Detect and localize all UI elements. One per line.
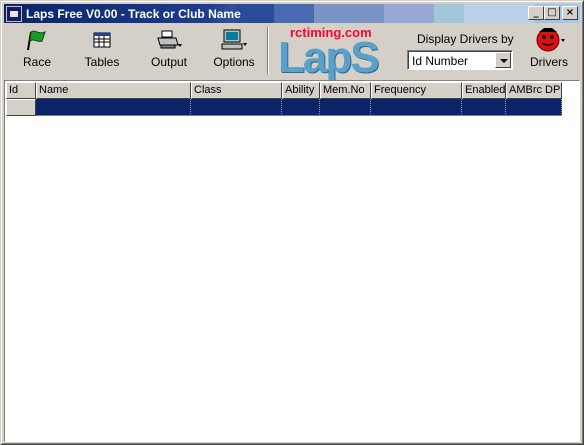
- table-cell[interactable]: [191, 99, 282, 116]
- printer-icon: [146, 27, 192, 53]
- column-header-id[interactable]: Id: [6, 82, 36, 99]
- table-grid-icon: [80, 27, 124, 53]
- toolbar: Race Tables Output Options rctiming.com …: [4, 25, 580, 82]
- column-header-ability[interactable]: Ability: [282, 82, 320, 99]
- title-bar-gradient: [234, 4, 534, 23]
- title-bar[interactable]: Laps Free V0.00 - Track or Club Name _ □…: [4, 4, 580, 23]
- chevron-down-icon[interactable]: [495, 52, 511, 68]
- table-row[interactable]: [6, 99, 562, 116]
- maximize-button[interactable]: □: [544, 6, 560, 20]
- options-button[interactable]: Options: [210, 27, 258, 75]
- column-header-class[interactable]: Class: [191, 82, 282, 99]
- app-window: Laps Free V0.00 - Track or Club Name _ □…: [0, 0, 584, 445]
- column-header-ambrc-dp[interactable]: AMBrc DP: [506, 82, 562, 99]
- column-header-name[interactable]: Name: [36, 82, 191, 99]
- app-icon[interactable]: [6, 5, 22, 22]
- tables-button[interactable]: Tables: [80, 27, 124, 75]
- toolbar-separator: [267, 27, 269, 75]
- display-drivers-select[interactable]: Id Number: [407, 50, 513, 70]
- table-cell[interactable]: [462, 99, 506, 116]
- table-cell[interactable]: [320, 99, 371, 116]
- column-header-memno[interactable]: Mem.No: [320, 82, 371, 99]
- output-label: Output: [150, 55, 188, 69]
- display-drivers-value: Id Number: [412, 54, 469, 68]
- column-header-enabled[interactable]: Enabled: [462, 82, 506, 99]
- close-button[interactable]: ×: [562, 6, 578, 20]
- race-label: Race: [22, 55, 51, 69]
- logo-brand-text: LapS: [278, 33, 380, 82]
- table-cell[interactable]: [36, 99, 191, 116]
- laps-logo: rctiming.com LapS: [276, 25, 396, 82]
- column-header-frequency[interactable]: Frequency: [371, 82, 462, 99]
- options-label: Options: [213, 55, 255, 69]
- table-cell[interactable]: [282, 99, 320, 116]
- window-title: Laps Free V0.00 - Track or Club Name: [26, 6, 241, 21]
- drivers-label: Drivers: [530, 55, 568, 69]
- tables-label: Tables: [84, 55, 120, 69]
- row-selector[interactable]: [6, 99, 36, 116]
- table-cell[interactable]: [506, 99, 562, 116]
- display-drivers-label: Display Drivers by: [417, 32, 514, 46]
- window-controls: _ □ ×: [528, 6, 578, 20]
- drivers-grid[interactable]: Id Name Class Ability Mem.No Frequency E…: [4, 80, 580, 442]
- table-cell[interactable]: [371, 99, 462, 116]
- computer-icon: [210, 27, 258, 53]
- close-icon: ×: [565, 7, 575, 18]
- drivers-button[interactable]: Drivers: [526, 27, 572, 75]
- maximize-icon: □: [547, 7, 557, 18]
- grid-header: Id Name Class Ability Mem.No Frequency E…: [6, 82, 562, 99]
- red-ball-driver-icon: [526, 27, 572, 53]
- minimize-icon: _: [533, 7, 539, 18]
- minimize-button[interactable]: _: [528, 6, 544, 20]
- output-button[interactable]: Output: [146, 27, 192, 75]
- green-flag-icon: [16, 27, 58, 53]
- race-button[interactable]: Race: [16, 27, 58, 75]
